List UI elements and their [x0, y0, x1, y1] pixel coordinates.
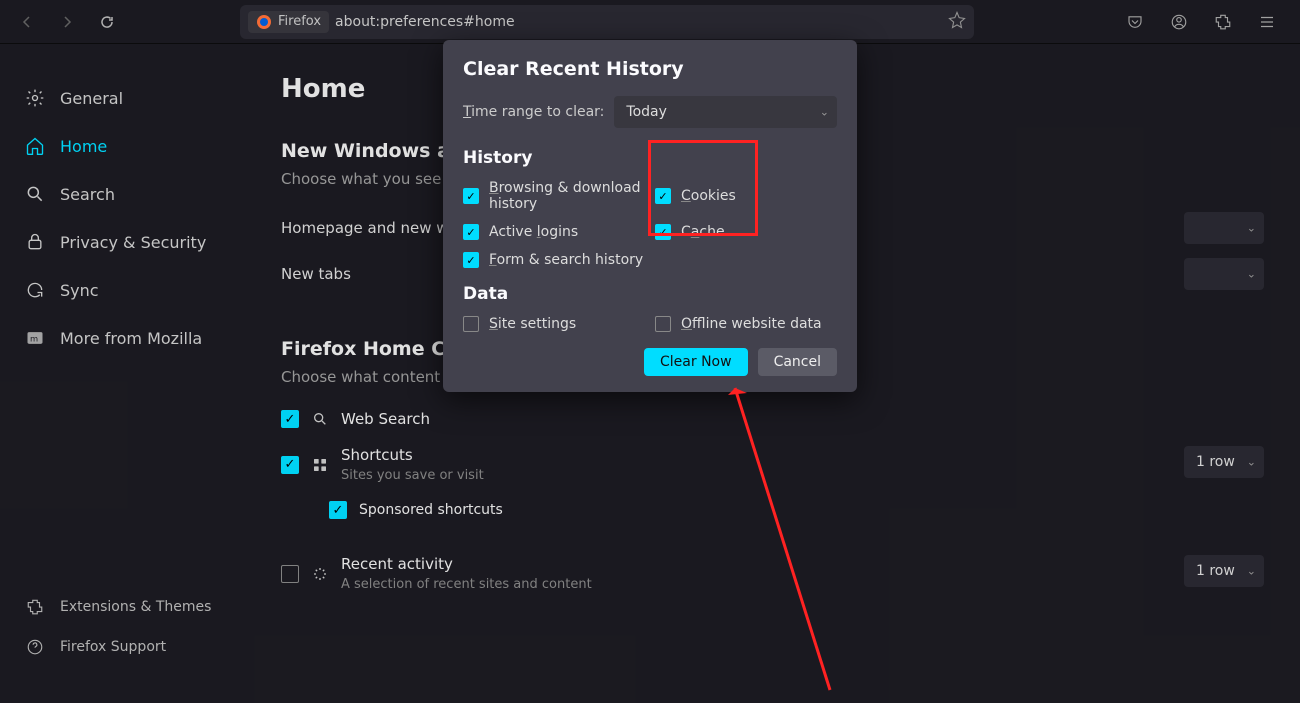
checkbox-form-history[interactable]: Form & search history	[463, 252, 645, 268]
checkbox-icon	[463, 224, 479, 240]
history-options: Browsing & download history Cookies Acti…	[463, 180, 837, 268]
time-range-row: Time range to clear: Today⌄	[463, 96, 837, 128]
checkbox-icon	[463, 252, 479, 268]
checkbox-browsing-history[interactable]: Browsing & download history	[463, 180, 645, 212]
checkbox-icon	[655, 224, 671, 240]
checkbox-icon	[655, 188, 671, 204]
checkbox-active-logins[interactable]: Active logins	[463, 224, 645, 240]
checkbox-offline-data[interactable]: Offline website data	[655, 316, 837, 332]
history-group-label: History	[463, 148, 837, 168]
checkbox-site-settings[interactable]: Site settings	[463, 316, 645, 332]
data-options: Site settings Offline website data	[463, 316, 837, 332]
time-range-select[interactable]: Today⌄	[614, 96, 837, 128]
checkbox-icon	[655, 316, 671, 332]
dialog-title: Clear Recent History	[463, 58, 837, 80]
clear-history-dialog: Clear Recent History Time range to clear…	[443, 40, 857, 392]
checkbox-cookies[interactable]: Cookies	[655, 180, 837, 212]
data-group-label: Data	[463, 284, 837, 304]
chevron-down-icon: ⌄	[820, 106, 829, 119]
checkbox-cache[interactable]: Cache	[655, 224, 837, 240]
checkbox-icon	[463, 188, 479, 204]
cancel-button[interactable]: Cancel	[758, 348, 837, 376]
clear-now-button[interactable]: Clear Now	[644, 348, 748, 376]
time-range-label: Time range to clear:	[463, 104, 604, 120]
checkbox-icon	[463, 316, 479, 332]
dialog-buttons: Clear Now Cancel	[463, 348, 837, 376]
